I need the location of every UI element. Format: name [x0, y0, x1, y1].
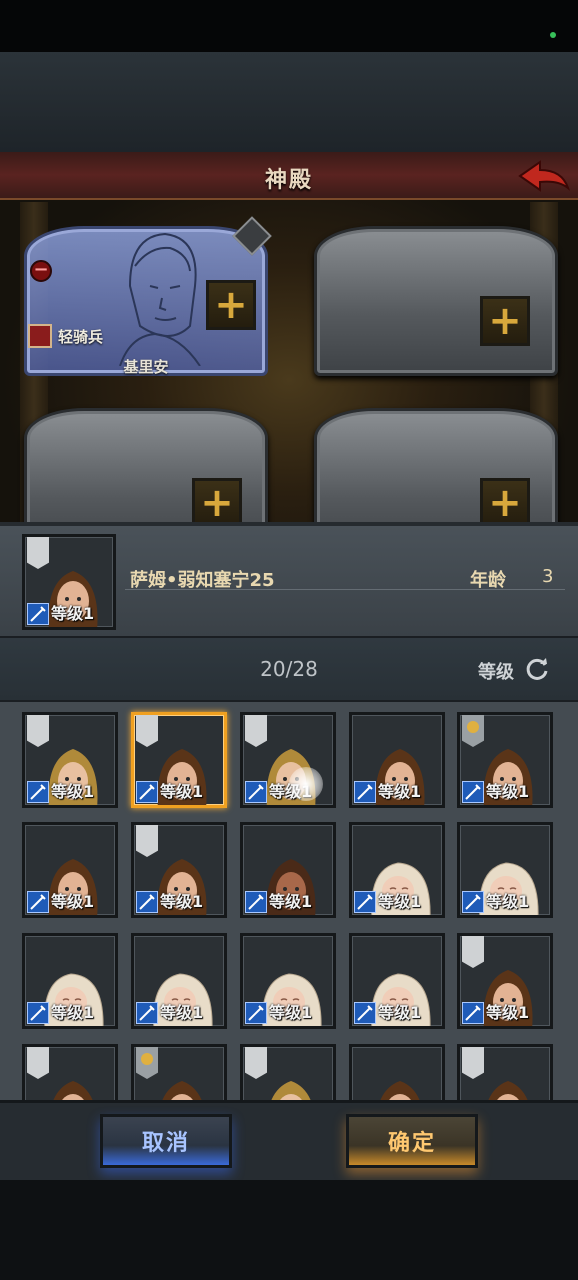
sword-icon	[462, 1002, 484, 1024]
add-slot-button[interactable]: +	[480, 296, 530, 346]
remove-icon[interactable]: −	[30, 260, 52, 282]
level-label: 等级1	[160, 892, 204, 911]
sword-icon	[354, 891, 376, 913]
unit-card[interactable]: 等级1	[240, 822, 336, 918]
unit-card[interactable]: 等级1	[349, 822, 445, 918]
footer	[0, 1180, 578, 1280]
sword-icon	[27, 891, 49, 913]
level-label: 等级1	[51, 604, 95, 623]
unit-card[interactable]	[131, 1044, 227, 1100]
page-title: 神殿	[264, 168, 313, 193]
age-label: 年龄	[470, 570, 506, 591]
level-label: 等级1	[160, 1003, 204, 1022]
person-portrait-icon	[162, 1081, 202, 1100]
level-label: 等级1	[486, 892, 530, 911]
sword-icon	[462, 891, 484, 913]
touch-indicator	[289, 767, 323, 801]
unit-card[interactable]: 等级1	[22, 933, 118, 1029]
unit-card[interactable]	[22, 1044, 118, 1100]
person-portrait-icon	[380, 1081, 420, 1100]
person-portrait-icon	[271, 1081, 311, 1100]
sword-icon	[354, 781, 376, 803]
unit-card[interactable]: 等级1	[22, 712, 118, 808]
sword-icon	[27, 781, 49, 803]
back-arrow-icon	[518, 160, 571, 192]
refresh-icon[interactable]	[524, 656, 550, 682]
level-label: 等级1	[269, 892, 313, 911]
sword-icon	[245, 1002, 267, 1024]
status-bar	[0, 0, 578, 52]
sword-icon	[136, 1002, 158, 1024]
sword-icon	[354, 1002, 376, 1024]
top-backdrop	[0, 52, 578, 152]
hero-name: 基里安	[123, 358, 169, 376]
sword-icon	[245, 781, 267, 803]
sword-icon	[136, 891, 158, 913]
level-label: 等级1	[486, 1003, 530, 1022]
add-slot-button[interactable]: +	[480, 478, 530, 528]
unit-card[interactable]: 等级1	[131, 933, 227, 1029]
sword-icon	[27, 1002, 49, 1024]
unit-card[interactable]: 等级1	[349, 933, 445, 1029]
unit-card[interactable]: 等级1	[457, 822, 553, 918]
cancel-button[interactable]: 取消	[100, 1114, 232, 1168]
level-label: 等级1	[378, 892, 422, 911]
level-label: 等级1	[51, 892, 95, 911]
add-slot-button[interactable]: +	[206, 280, 256, 330]
confirm-button[interactable]: 确定	[346, 1114, 478, 1168]
unit-card[interactable]: 等级1	[457, 933, 553, 1029]
unit-card[interactable]	[349, 1044, 445, 1100]
sword-icon	[136, 781, 158, 803]
notification-dot-icon	[550, 32, 556, 38]
back-button[interactable]	[518, 158, 571, 194]
level-label: 等级1	[51, 782, 95, 801]
cavalry-icon	[28, 324, 52, 348]
bottom-bar	[0, 1100, 578, 1180]
sort-label[interactable]: 等级	[478, 658, 514, 684]
sword-icon	[27, 603, 49, 625]
selected-portrait: 等级1	[22, 534, 116, 630]
unit-card[interactable]: 等级1	[349, 712, 445, 808]
unit-card[interactable]: 等级1	[240, 933, 336, 1029]
sword-icon	[245, 891, 267, 913]
age-value: 3	[542, 566, 554, 587]
person-portrait-icon	[488, 1081, 528, 1100]
level-label: 等级1	[486, 782, 530, 801]
level-label: 等级1	[51, 1003, 95, 1022]
sword-icon	[462, 781, 484, 803]
unit-grid: 等级1 等级1 等级1 等级1 等级1 等级1 等级1 等级1 等级1 等级1 等级1 等级1 等级1 等…	[0, 702, 578, 1100]
level-label: 等级1	[269, 1003, 313, 1022]
add-slot-button[interactable]: +	[192, 478, 242, 528]
hero-class-label: 轻骑兵	[58, 328, 104, 346]
hero-portrait	[119, 232, 201, 366]
unit-card[interactable]: 等级1	[131, 712, 227, 808]
unit-card[interactable]	[457, 1044, 553, 1100]
unit-card[interactable]: 等级1	[457, 712, 553, 808]
level-label: 等级1	[160, 782, 204, 801]
unit-card[interactable]: 等级1	[240, 712, 336, 808]
person-portrait-icon	[53, 1081, 93, 1100]
unit-card[interactable]: 等级1	[131, 822, 227, 918]
unit-card[interactable]: 等级1	[22, 822, 118, 918]
title-bar: 神殿	[0, 152, 578, 200]
level-label: 等级1	[378, 1003, 422, 1022]
unit-card[interactable]	[240, 1044, 336, 1100]
level-label: 等级1	[378, 782, 422, 801]
